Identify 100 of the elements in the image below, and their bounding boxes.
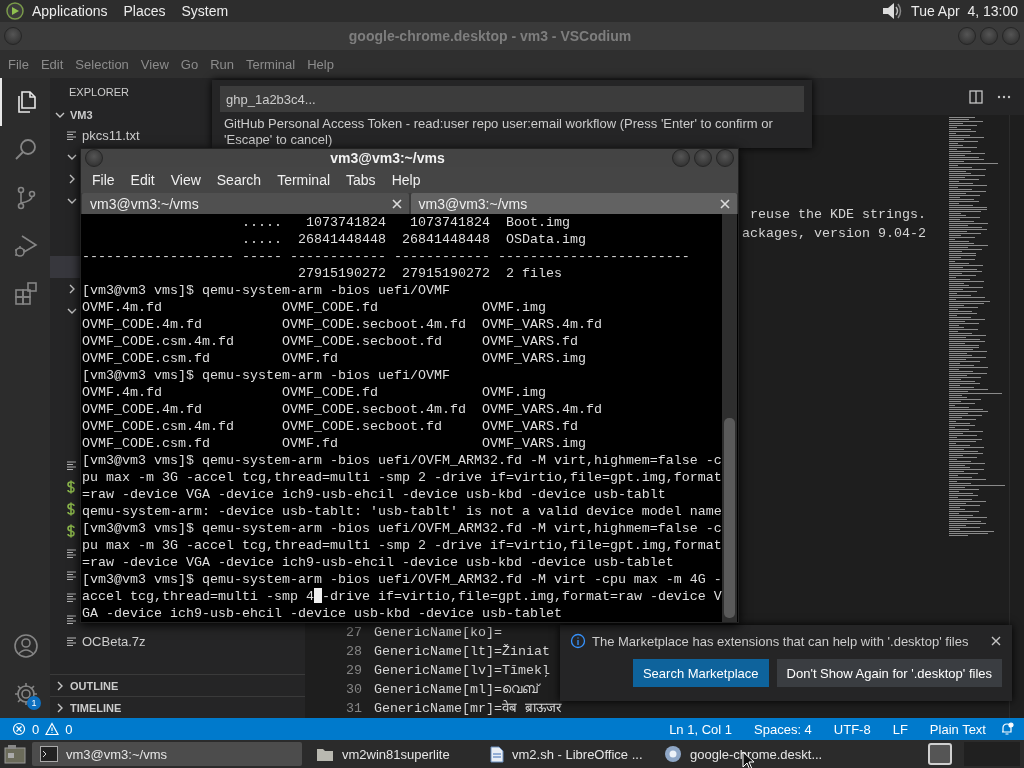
terminal-line: pu max -m 3G -accel tcg,thread=multi -smp 2 -drive if=virtio,file=gpt.img,format xyxy=(82,469,722,486)
terminal-line: [vm3@vm3 vms]$ qemu-system-arm -bios uefi/OVMF xyxy=(82,282,451,299)
terminal-line: GA -device ich9-usb-ehcil -device usb-kbd -device usb-tablet xyxy=(82,605,563,622)
taskbar-item[interactable]: vm2.sh - LibreOffice ... xyxy=(482,742,650,766)
menu-item[interactable]: Selection xyxy=(69,56,135,72)
menu-item[interactable]: Help xyxy=(301,56,340,72)
terminal-icon xyxy=(40,746,58,762)
search-marketplace-button[interactable]: Search Marketplace xyxy=(632,659,769,687)
terminal-line: qemu-system-arm: -device usb-tablt: 'usb-tablt' is not a valid device model name xyxy=(82,503,722,520)
file-name[interactable]: OCBeta.7z xyxy=(82,633,146,649)
prompt-message: GitHub Personal Access Token - read:user repo user:email workflow (Press 'Enter' to confirm or 'Escape' to cancel) xyxy=(223,115,774,148)
menu-item[interactable]: Terminal xyxy=(240,56,302,72)
menu-item[interactable]: Tabs xyxy=(338,172,384,188)
desktop-icon[interactable] xyxy=(4,744,26,764)
split-editor-icon[interactable] xyxy=(968,88,984,105)
input-field[interactable]: ghp_1a2b3c4... xyxy=(220,86,804,112)
status-item[interactable]: Ln 1, Col 1 xyxy=(661,721,740,737)
dont-show-again-button[interactable]: Don't Show Again for '.desktop' files xyxy=(776,659,1002,687)
file-icon xyxy=(66,613,77,625)
file-icon xyxy=(66,129,77,141)
logo-icon[interactable] xyxy=(6,2,24,20)
close-icon[interactable] xyxy=(719,197,731,210)
error-icon[interactable] xyxy=(12,722,26,736)
line-number: 30 xyxy=(345,681,362,699)
terminal-tab[interactable]: vm3@vm3:~/vms xyxy=(410,193,737,214)
terminal-line: OVMF_CODE.csm.4m.fd OVMF_CODE.secboot.fd OVMF_VARS.fd xyxy=(82,418,579,435)
status-item[interactable]: Plain Text xyxy=(921,721,994,737)
file-name[interactable]: pkcs11.txt xyxy=(82,127,140,143)
taskbar-item[interactable]: google-chrome.deskt... xyxy=(656,742,824,766)
status-item[interactable]: Spaces: 4 xyxy=(746,721,820,737)
taskbar-item[interactable]: vm2win81superlite xyxy=(308,742,476,766)
folder-icon xyxy=(316,746,334,762)
settings-button[interactable]: 1 xyxy=(0,670,50,718)
panel-menu[interactable]: System xyxy=(173,3,237,19)
terminal-line: OVMF_CODE.csm.4m.fd OVMF_CODE.secboot.fd OVMF_VARS.fd xyxy=(82,333,579,350)
bell-icon[interactable] xyxy=(1000,722,1014,736)
code-line: GenericName[ko]= xyxy=(374,624,502,642)
scrollbar[interactable] xyxy=(722,214,737,622)
close-icon[interactable] xyxy=(990,635,1002,647)
taskbar-item[interactable]: vm3@vm3:~/vms xyxy=(32,742,302,766)
menu-item[interactable]: Go xyxy=(174,56,205,72)
window-title: google-chrome.desktop - vm3 - VSCodium xyxy=(347,28,633,44)
dollar-icon xyxy=(66,524,76,538)
account-icon xyxy=(13,633,39,659)
menu-item[interactable]: File xyxy=(84,172,123,188)
menu-item[interactable]: Edit xyxy=(34,56,70,72)
status-item[interactable]: UTF-8 xyxy=(825,721,879,737)
menu-item[interactable]: View xyxy=(134,56,175,72)
code-line: GenericName[lv]=Tīmekļ xyxy=(374,662,550,680)
terminal-line: [vm3@vm3 vms]$ qemu-system-arm -bios uefi/OVFM_ARM32.fd -M virt,highmem=false -c xyxy=(82,520,722,537)
scroll-thumb[interactable] xyxy=(724,418,735,618)
terminal-line: accel tcg,thread=multi -smp 4 -drive if=virtio,file=gpt.img,format=raw -device V xyxy=(82,588,722,605)
clock: Tue Apr 4, 13:00 xyxy=(910,3,1018,19)
menu-item[interactable]: Terminal xyxy=(269,172,339,188)
terminal-line: =raw -device VGA -device ich9-usb-ehcil -device usb-kbd -device usb-tablet xyxy=(82,554,675,571)
warning-icon[interactable] xyxy=(45,722,60,736)
file-icon xyxy=(66,459,77,471)
line-number: 27 xyxy=(345,624,362,642)
menu-item[interactable]: Help xyxy=(383,172,429,188)
terminal-tab[interactable]: vm3@vm3:~/vms xyxy=(82,193,409,214)
play-bug-icon xyxy=(13,233,39,259)
file-icon xyxy=(66,635,77,647)
notification-badge: 1 xyxy=(27,696,41,710)
code-line: GenericName[lt]=Žiniat xyxy=(374,643,550,661)
terminal-line: ..... 1073741824 1073741824 Boot.img xyxy=(240,214,571,231)
code-line: GenericName[mr]=वेब ब्राऊजर xyxy=(374,699,561,718)
menu-item[interactable]: Search xyxy=(208,172,270,188)
panel-menu[interactable]: Places xyxy=(115,3,174,19)
menu-item[interactable]: View xyxy=(162,172,209,188)
folder-header[interactable]: VM3 xyxy=(50,106,97,124)
terminal-line: OVMF.4m.fd OVMF_CODE.fd OVMF.img xyxy=(82,384,547,401)
speaker-icon[interactable] xyxy=(881,1,904,21)
line-number: 31 xyxy=(345,700,362,718)
terminal-line: [vm3@vm3 vms]$ qemu-system-arm -bios uefi/OVFM_ARM32.fd -M virt -cpu max -m 4G - xyxy=(82,571,722,588)
terminal-line: 27915190272 27915190272 2 files xyxy=(296,265,563,282)
dollar-icon xyxy=(66,502,76,516)
warning-count[interactable]: 0 xyxy=(65,721,73,737)
code-line: ackages, version 9.04-2 xyxy=(742,226,926,241)
menu-item[interactable]: Run xyxy=(204,56,240,72)
terminal-line: OVMF_CODE.4m.fd OVMF_CODE.secboot.4m.fd OVMF_VARS.4m.fd xyxy=(82,316,603,333)
close-icon[interactable] xyxy=(390,197,403,210)
dollar-icon xyxy=(66,480,76,494)
terminal-line: OVMF.4m.fd OVMF_CODE.fd OVMF.img xyxy=(82,299,547,316)
document-icon xyxy=(490,745,504,763)
menu-item[interactable]: Edit xyxy=(122,172,163,188)
terminal-line: OVMF_CODE.4m.fd OVMF_CODE.secboot.4m.fd OVMF_VARS.4m.fd xyxy=(82,401,603,418)
code-line: reuse the KDE strings. xyxy=(750,207,926,222)
file-icon xyxy=(66,569,77,581)
terminal-line: ..... 26841448448 26841448448 OSData.img xyxy=(240,231,587,248)
settings-icon xyxy=(13,681,39,707)
window-title: vm3@vm3:~/vms xyxy=(329,150,446,166)
menu-item[interactable]: File xyxy=(2,56,35,72)
info-icon xyxy=(570,633,586,649)
status-item[interactable]: LF xyxy=(884,721,916,737)
line-number: 28 xyxy=(345,643,362,661)
notification-message: The Marketplace has extensions that can help with '.desktop' files xyxy=(592,633,970,649)
workspace-switcher[interactable] xyxy=(928,743,952,765)
panel-menu[interactable]: Applications xyxy=(24,3,116,19)
error-count[interactable]: 0 xyxy=(32,721,40,737)
section-header[interactable]: OUTLINE xyxy=(50,674,305,696)
